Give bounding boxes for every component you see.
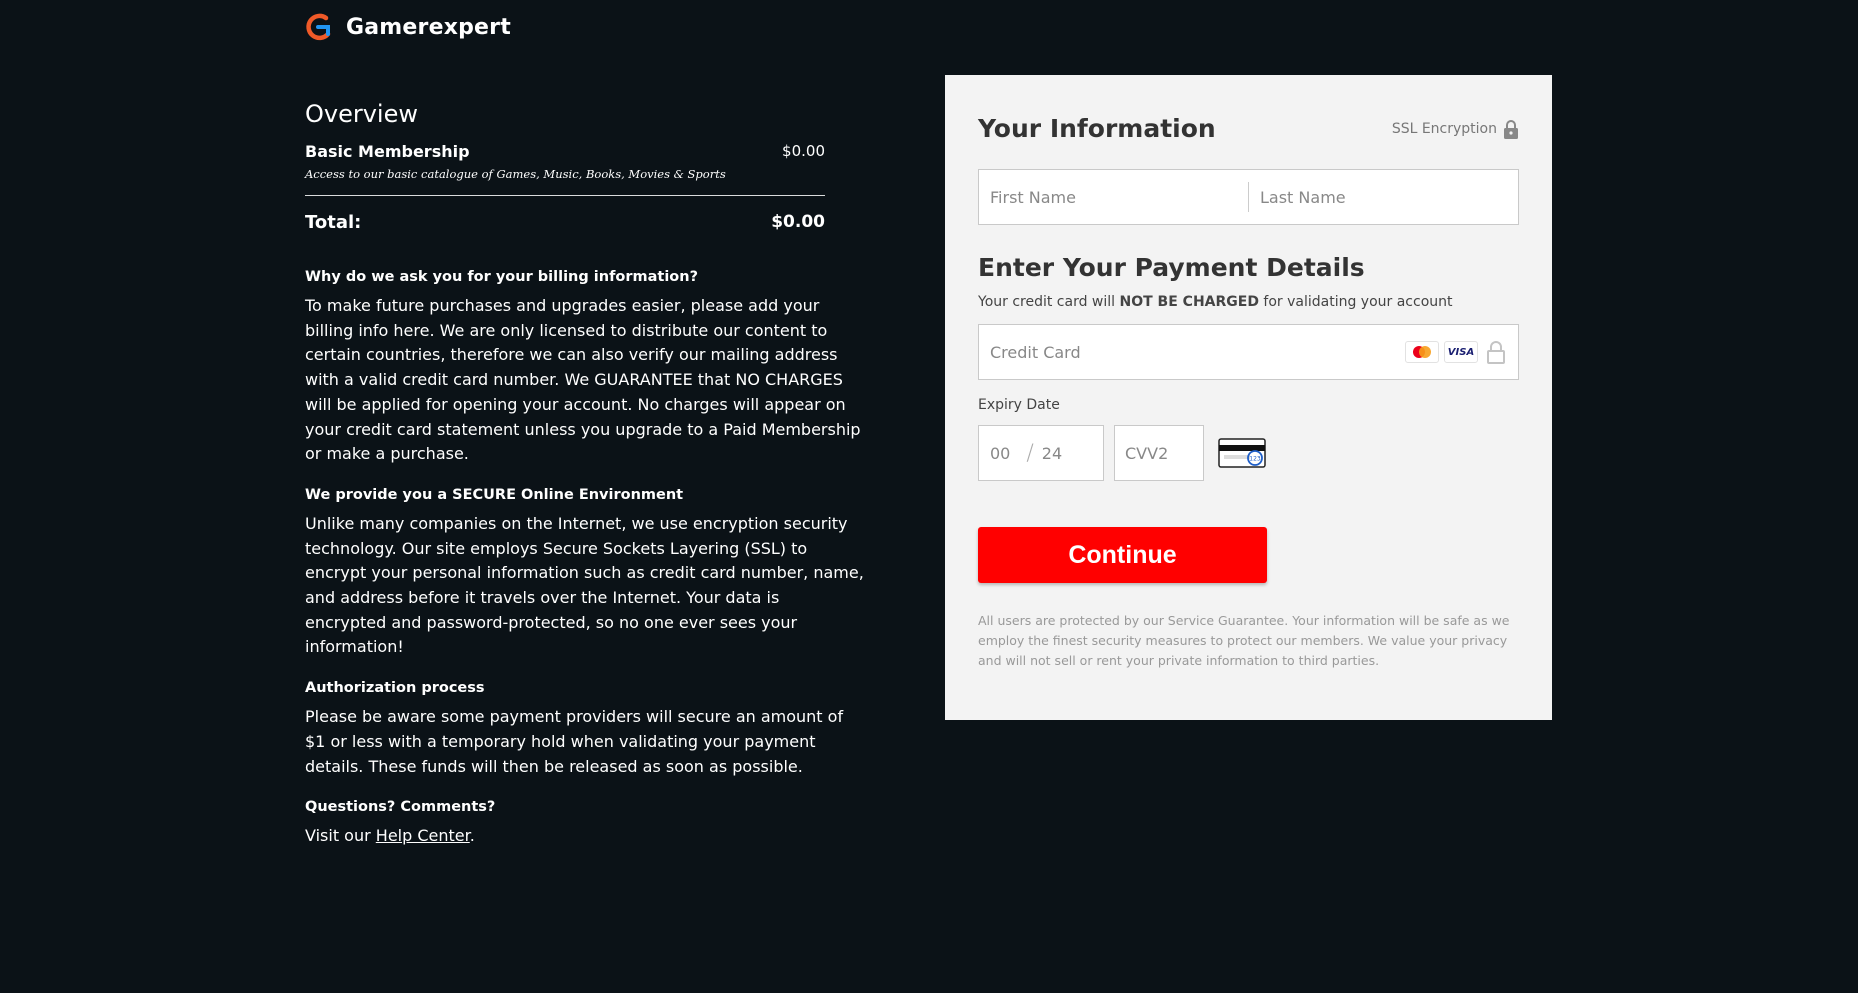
total-row: Total: $0.00 xyxy=(305,212,825,233)
first-name-input[interactable] xyxy=(979,170,1248,224)
billing-info-heading: Why do we ask you for your billing infor… xyxy=(305,269,698,285)
credit-card-input[interactable] xyxy=(979,325,1400,379)
brand-header[interactable]: Gamerexpert xyxy=(304,12,511,42)
service-guarantee-text: All users are protected by our Service G… xyxy=(978,613,1510,668)
membership-price: $0.00 xyxy=(782,142,825,160)
overview-divider xyxy=(305,195,825,196)
payment-note-suffix: for validating your account xyxy=(1258,294,1453,310)
name-fields xyxy=(978,169,1519,225)
cvv-input[interactable] xyxy=(1114,425,1204,481)
overview-section: Overview Basic Membership $0.00 Access t… xyxy=(305,100,865,849)
svg-text:123: 123 xyxy=(1249,456,1261,463)
visa-icon: VISA xyxy=(1444,341,1478,363)
overview-title: Overview xyxy=(305,100,418,128)
lock-icon xyxy=(1504,119,1518,139)
visa-label: VISA xyxy=(1447,346,1475,358)
total-value: $0.00 xyxy=(771,212,825,232)
total-label: Total: xyxy=(305,212,362,233)
gamerexpert-logo-icon xyxy=(306,13,331,41)
expiry-year[interactable]: 24 xyxy=(1042,444,1062,463)
lock-icon xyxy=(1487,341,1505,364)
questions-text-prefix: Visit our xyxy=(305,826,376,846)
cvv-card-icon: 123 xyxy=(1218,438,1266,468)
membership-row: Basic Membership $0.00 xyxy=(305,142,825,161)
payment-note-prefix: Your credit card will xyxy=(978,294,1120,310)
questions-info-block: Questions? Comments? Visit our Help Cent… xyxy=(305,799,865,849)
brand-name: Gamerexpert xyxy=(346,14,511,40)
ssl-badge: SSL Encryption xyxy=(1392,119,1519,139)
form-header: Your Information SSL Encryption xyxy=(978,114,1519,143)
billing-info-text: To make future purchases and upgrades ea… xyxy=(305,296,861,464)
payment-note-bold: NOT BE CHARGED xyxy=(1119,294,1259,310)
membership-name: Basic Membership xyxy=(305,142,470,161)
last-name-input[interactable] xyxy=(1249,170,1518,224)
questions-info-heading: Questions? Comments? xyxy=(305,799,496,816)
membership-description: Access to our basic catalogue of Games, … xyxy=(305,167,726,181)
expiry-date-label: Expiry Date xyxy=(978,397,1060,413)
payment-form-panel: Your Information SSL Encryption Enter Yo… xyxy=(945,75,1552,720)
secure-info-heading: We provide you a SECURE Online Environme… xyxy=(305,486,684,503)
credit-card-field: VISA xyxy=(978,324,1519,380)
help-center-link[interactable]: Help Center xyxy=(376,826,470,845)
your-information-title: Your Information xyxy=(978,114,1216,143)
ssl-label: SSL Encryption xyxy=(1391,120,1497,137)
questions-info-text: Visit our Help Center. xyxy=(305,824,865,849)
authorization-info-text: Please be aware some payment providers w… xyxy=(305,707,844,776)
authorization-info-heading: Authorization process xyxy=(305,680,485,697)
authorization-info-block: Authorization process Please be aware so… xyxy=(305,680,865,779)
expiry-row: 00 / 24 123 xyxy=(978,425,1519,481)
expiry-slash: / xyxy=(1026,440,1034,466)
expiry-date-field[interactable]: 00 / 24 xyxy=(978,425,1104,481)
mastercard-icon xyxy=(1405,341,1439,363)
expiry-month[interactable]: 00 xyxy=(990,444,1010,463)
continue-button[interactable]: Continue xyxy=(978,527,1267,583)
secure-info-block: We provide you a SECURE Online Environme… xyxy=(305,487,865,660)
secure-info-text: Unlike many companies on the Internet, w… xyxy=(305,513,864,657)
questions-text-suffix: . xyxy=(469,826,475,846)
payment-details-title: Enter Your Payment Details xyxy=(978,253,1365,282)
billing-info-block: Why do we ask you for your billing infor… xyxy=(305,269,865,467)
payment-note: Your credit card will NOT BE CHARGED for… xyxy=(978,294,1519,310)
